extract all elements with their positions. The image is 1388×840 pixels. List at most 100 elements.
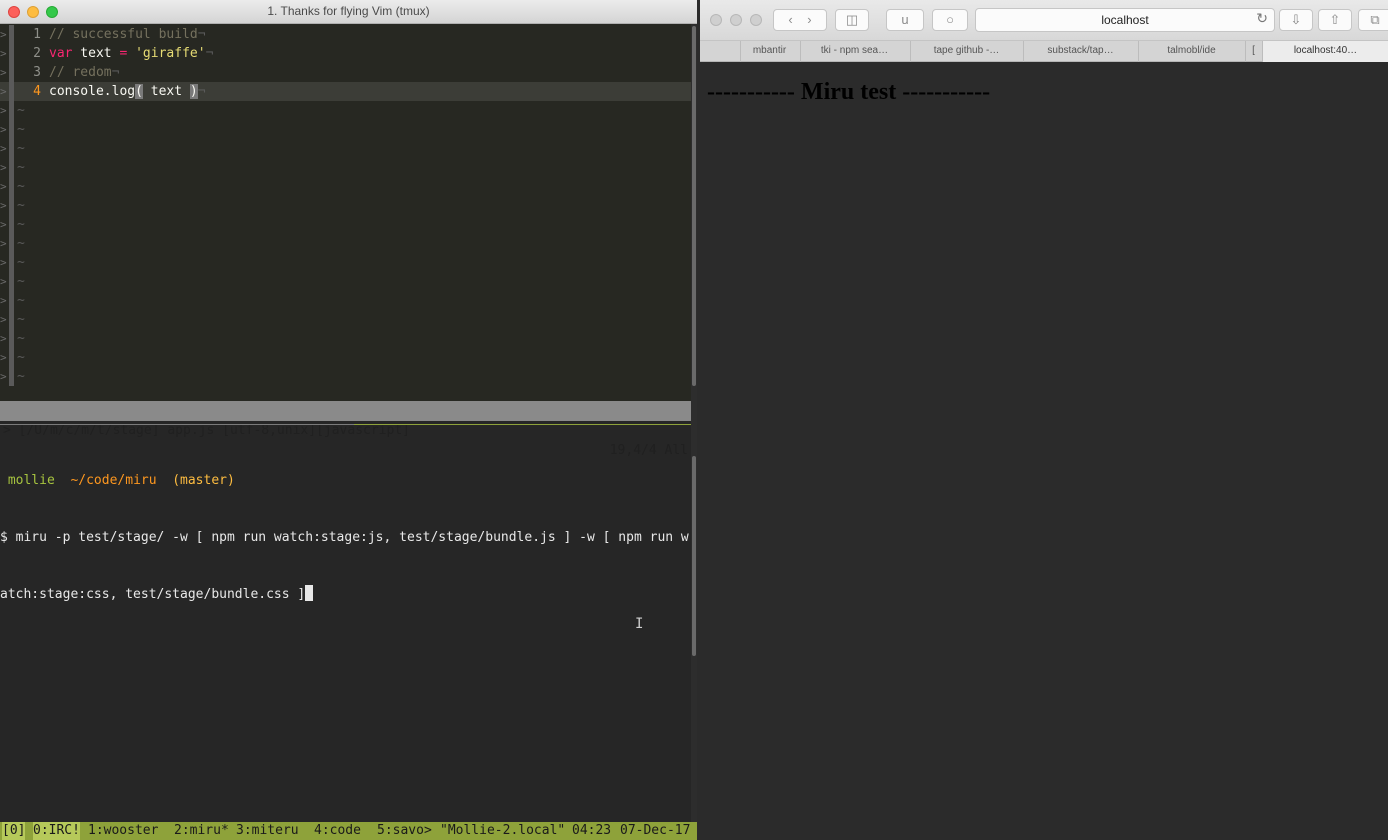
code-token: console.log [49,84,136,99]
browser-window: ‹ › ◫ u ○ localhost ↻ ⇩ ⇧ ⧉ mbantir tki -… [700,0,1388,840]
forward-icon[interactable]: › [807,12,811,27]
browser-tab[interactable]: localhost:40… [1262,41,1388,62]
browser-tab[interactable]: substack/tap… [1023,41,1137,62]
gutter-mark: > [0,101,16,120]
vim-editor[interactable]: >1 // successful build¬ >2 var text = 'gira… [0,24,691,401]
gutter-bar [9,101,14,120]
browser-zoom-button[interactable] [750,14,762,26]
gutter-bar [9,158,14,177]
page-heading: ----------- Miru test ----------- [707,79,991,105]
empty-line: > ~ [0,139,691,158]
circle-icon: ○ [946,12,954,27]
empty-line: > ~ [0,120,691,139]
tabs-overview-button[interactable]: ⧉ [1358,9,1388,31]
extension-button[interactable]: ○ [932,9,968,31]
browser-tab[interactable]: tki - npm sea… [800,41,908,62]
pane-divider-active[interactable] [354,424,691,425]
prompt-user: mollie [7,473,55,488]
gutter-bar [9,120,14,139]
tabs-icon: ⧉ [1370,12,1380,27]
code-text: console.log( text )¬ [49,82,206,101]
empty-line: > ~ [0,101,691,120]
empty-line: > ~ [0,253,691,272]
tab-bar: mbantir tki - npm sea… tape github -… subst… [700,40,1388,62]
gutter-bar [9,253,14,272]
address-bar[interactable]: localhost ↻ [975,8,1275,32]
code-token: text [72,46,120,61]
tilde-marker: ~ [17,141,25,156]
gutter-mark: > [0,139,16,158]
browser-tab[interactable]: [ [1245,41,1261,62]
scrollbar-thumb-bottom[interactable] [692,456,696,656]
code-line: >2 var text = 'giraffe'¬ [0,44,691,63]
empty-line: > ~ [0,367,691,386]
gutter-bar [9,196,14,215]
browser-close-button[interactable] [710,14,722,26]
sidebar-button[interactable]: ◫ [835,9,869,31]
gutter-mark: > [0,25,16,44]
tmux-window[interactable]: 2:miru* [174,822,229,840]
tilde-marker: ~ [17,179,25,194]
page-content: ----------- Miru test ----------- [700,63,1388,840]
window-title: 1. Thanks for flying Vim (tmux) [267,4,430,18]
shell-command-text: atch:stage:css, test/stage/bundle.css ] [0,587,306,602]
code-token: ( [135,84,143,99]
shell-pane[interactable]: mollie ~/code/miru (master) $ miru -p te… [0,433,691,642]
pane-divider[interactable] [0,424,354,425]
code-line: >3 // redom¬ [0,63,691,82]
sidebar-icon: ◫ [845,12,859,27]
share-button[interactable]: ⇧ [1318,9,1352,31]
code-line: >1 // successful build¬ [0,25,691,44]
code-text: // redom¬ [49,63,119,82]
browser-tab[interactable]: tape github -… [910,41,1022,62]
prompt-path: ~/code/miru [70,473,157,488]
scrollbar-thumb-top[interactable] [692,26,696,386]
tilde-marker: ~ [17,160,25,175]
back-icon[interactable]: ‹ [788,12,792,27]
gutter-bar [9,139,14,158]
code-token: var [49,46,73,61]
reload-icon[interactable]: ↻ [1256,11,1268,27]
gutter-bar [9,329,14,348]
tilde-marker: ~ [17,236,25,251]
line-number: 4 [33,84,41,99]
vim-statusline: > [/U/m/c/m/t/stage] app.js [utf-8,unix]… [0,401,691,458]
gutter-mark: > [0,348,16,367]
tmux-window[interactable]: 1:wooster [88,822,158,840]
reader-button[interactable]: u [886,9,924,31]
tilde-marker: ~ [17,255,25,270]
empty-line: > ~ [0,215,691,234]
browser-minimize-button[interactable] [730,14,742,26]
line-number: 1 [33,27,41,42]
ibeam-cursor-icon: I [635,616,644,632]
browser-tab[interactable]: mbantir [740,41,798,62]
empty-line: > ~ [0,348,691,367]
browser-tab[interactable]: talmobl/ide [1138,41,1244,62]
gutter-mark: > [0,310,16,329]
shell-command-line-2: atch:stage:css, test/stage/bundle.css ] [0,585,691,604]
tmux-time: 04:23 [572,823,612,838]
reader-icon: u [901,12,909,27]
code-text: // successful build¬ [49,25,206,44]
text-cursor [305,585,314,601]
tilde-marker: ~ [17,103,25,118]
back-forward-buttons[interactable]: ‹ › [773,9,827,31]
gutter-mark: > [0,63,16,82]
tilde-marker: ~ [17,274,25,289]
tmux-window[interactable]: 3:miteru [236,822,299,840]
tmux-window[interactable]: 0:IRC! [33,822,80,840]
tmux-window[interactable]: 4:code [314,822,361,840]
gutter-mark: > [0,158,16,177]
gutter-mark: > [0,44,16,63]
tilde-marker: ~ [17,122,25,137]
tmux-window[interactable]: 5:savo> [377,822,432,840]
downloads-button[interactable]: ⇩ [1279,9,1313,31]
empty-line: > ~ [0,234,691,253]
empty-line: > ~ [0,158,691,177]
empty-line: > ~ [0,329,691,348]
gutter-mark: > [0,253,16,272]
code-token: // successful build [49,27,198,42]
terminal-scrollbar[interactable] [691,24,697,840]
empty-line: > ~ [0,177,691,196]
